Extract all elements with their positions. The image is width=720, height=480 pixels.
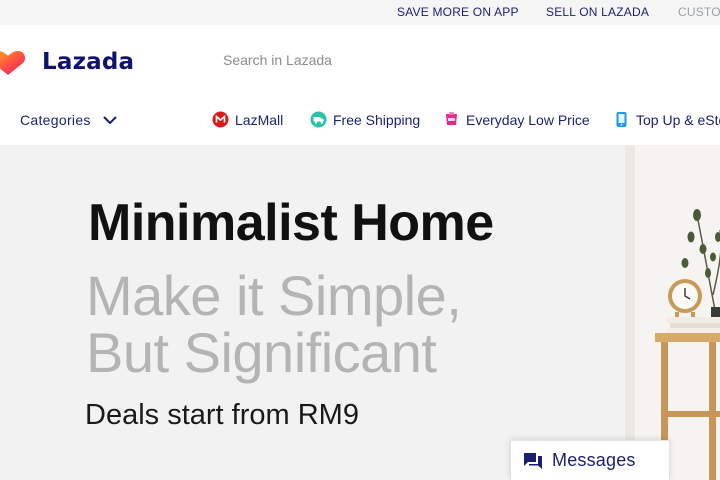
hero-banner[interactable]: Minimalist Home Make it Simple, But Sign…: [0, 145, 720, 480]
messages-button[interactable]: Messages: [510, 440, 670, 480]
save-more-on-app-link[interactable]: SAVE MORE ON APP: [397, 5, 519, 19]
sell-on-lazada-link[interactable]: SELL ON LAZADA: [546, 5, 649, 19]
lazada-heart-icon: [0, 51, 26, 75]
banner-product-image: [625, 145, 720, 480]
nav-item-everyday-low-price[interactable]: Everyday Low Price: [443, 111, 590, 128]
top-bar: SAVE MORE ON APP SELL ON LAZADA CUSTO: [0, 0, 720, 25]
categories-label: Categories: [20, 112, 91, 128]
nav-item-free-shipping[interactable]: Free Shipping: [310, 111, 420, 128]
low-price-icon: [446, 112, 457, 125]
chat-icon: [524, 452, 542, 469]
nav-item-label: Free Shipping: [333, 111, 421, 128]
banner-subtitle-line2: But Significant: [86, 321, 437, 384]
nav-item-lazmall[interactable]: LazMall: [212, 111, 283, 128]
nav-item-label: LazMall: [235, 111, 284, 128]
banner-subtitle-line1: Make it Simple,: [86, 264, 462, 327]
search-input[interactable]: [210, 43, 720, 77]
top-up-icon: [616, 112, 627, 127]
nav-item-top-up[interactable]: Top Up & eSto: [613, 111, 720, 128]
nav-item-label: Everyday Low Price: [466, 111, 590, 128]
messages-label: Messages: [552, 450, 636, 470]
nav-bar: Categories LazMall Free Shipping Everyda…: [0, 95, 720, 145]
nav-item-label: Top Up & eSto: [636, 111, 720, 128]
lazmall-icon: [212, 111, 229, 128]
banner-deal-text: Deals start from RM9: [85, 399, 359, 431]
logo-text: Lazada: [42, 49, 135, 75]
free-shipping-icon: [310, 111, 327, 128]
banner-title: Minimalist Home: [88, 194, 494, 252]
lazada-logo[interactable]: Lazada: [0, 48, 134, 76]
categories-dropdown[interactable]: Categories: [20, 112, 117, 128]
header: Lazada: [0, 25, 720, 95]
customer-care-link[interactable]: CUSTO: [678, 5, 720, 19]
chevron-down-icon: [103, 116, 117, 124]
